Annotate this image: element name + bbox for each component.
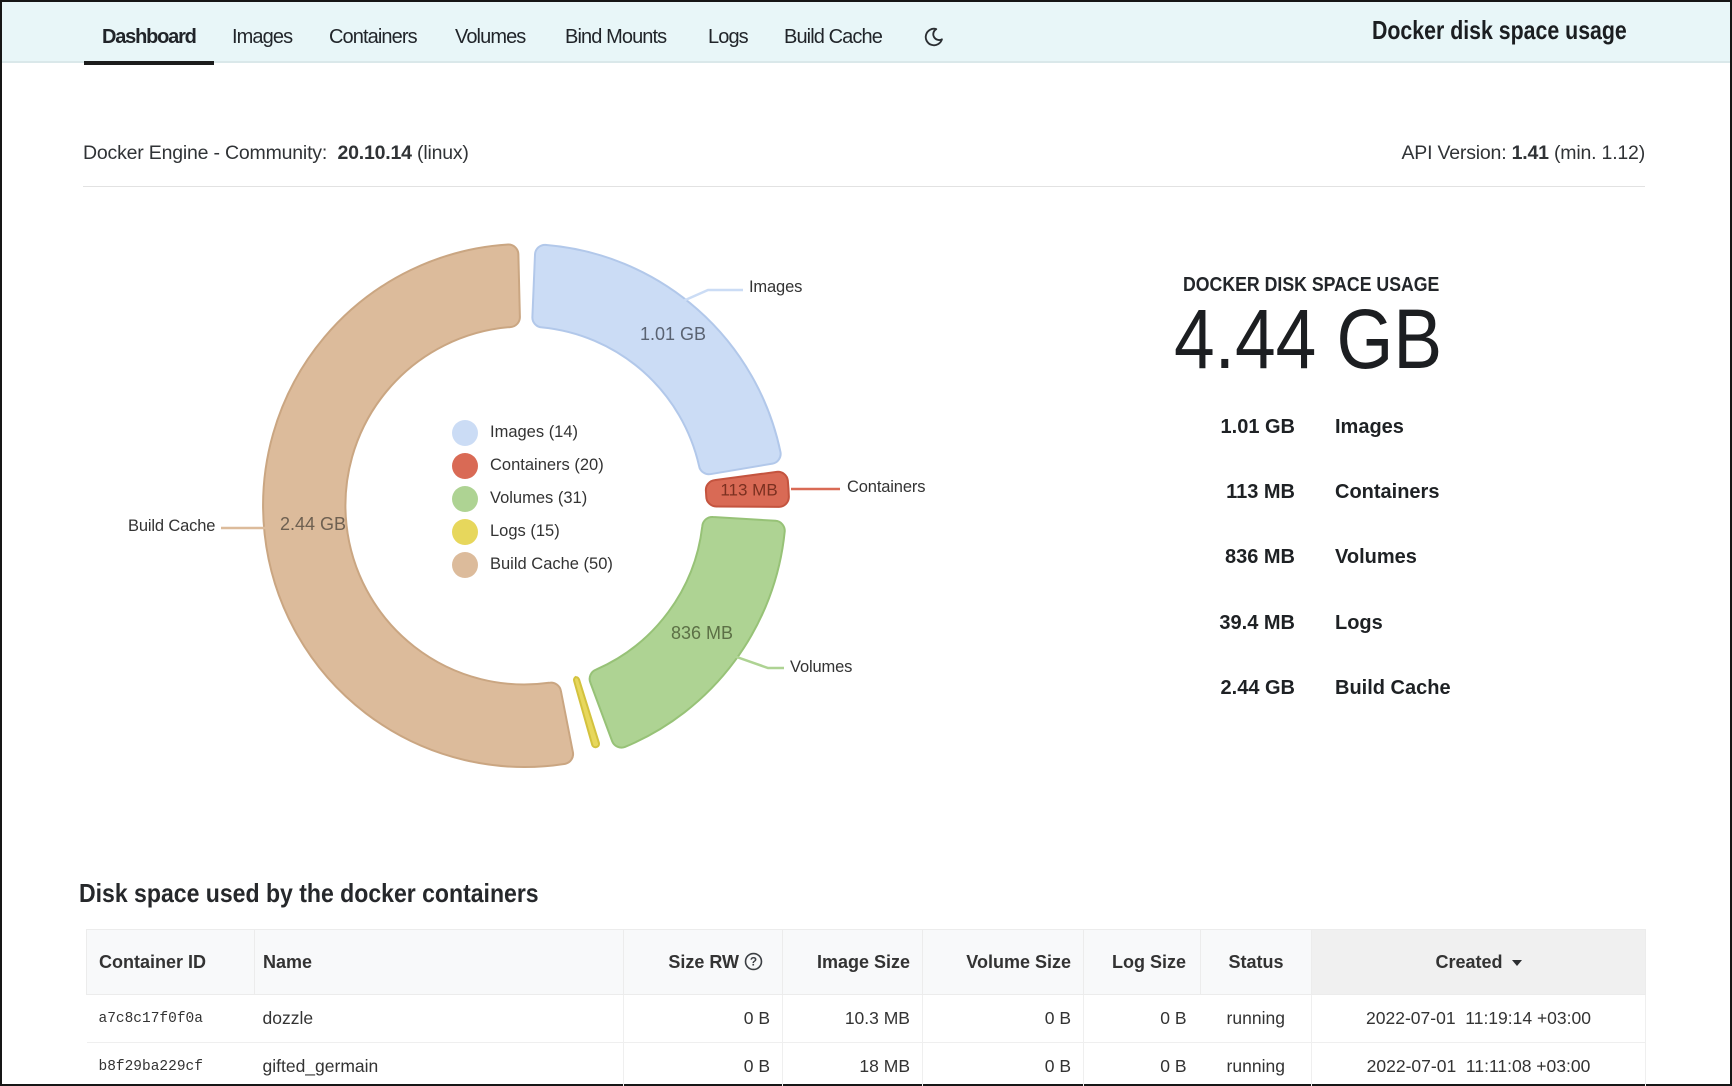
svg-text:?: ? — [750, 955, 757, 969]
